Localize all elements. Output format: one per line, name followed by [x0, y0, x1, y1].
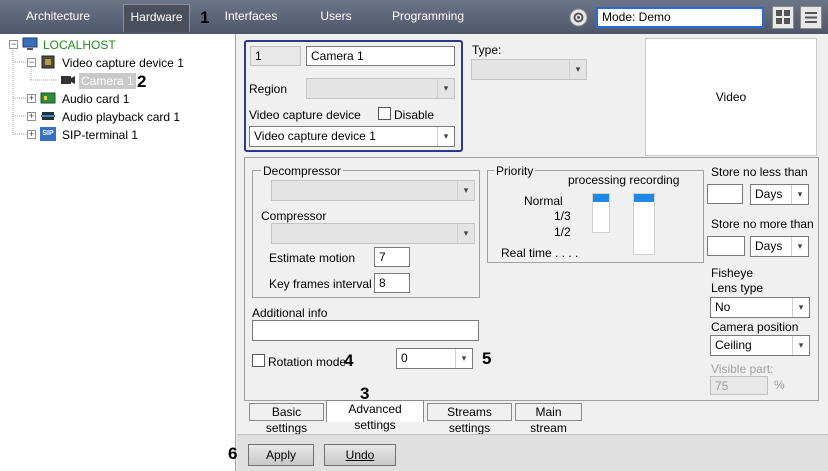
camera-icon [61, 76, 75, 84]
collapse-toggle-localhost[interactable]: − [9, 40, 18, 49]
chevron-down-icon: ▾ [455, 349, 472, 368]
priority-realtime-label: Real time . . . . [501, 246, 579, 260]
store-min-unit-select[interactable]: Days ▾ [750, 184, 809, 205]
chevron-down-icon: ▾ [457, 181, 474, 200]
video-preview: Video [645, 38, 817, 156]
tab-main-stream[interactable]: Main stream [515, 403, 582, 435]
menu-icon[interactable] [800, 6, 822, 29]
disable-checkbox[interactable] [378, 107, 391, 120]
key-frames-label: Key frames interval [269, 277, 372, 291]
processing-priority-slider[interactable] [592, 193, 610, 233]
estimate-motion-label: Estimate motion [269, 251, 356, 265]
audio-card-icon [40, 92, 56, 104]
camera-position-label: Camera position [711, 320, 799, 334]
chevron-down-icon: ▾ [569, 60, 586, 79]
tab-users[interactable]: Users [312, 4, 360, 32]
additional-info-label: Additional info [252, 306, 328, 320]
chevron-down-icon: ▾ [792, 298, 809, 317]
chevron-down-icon: ▾ [792, 336, 809, 355]
store-min-label: Store no less than [711, 165, 808, 179]
tab-basic-settings[interactable]: Basic settings [249, 403, 324, 435]
visible-part-label: Visible part: [711, 362, 774, 376]
disable-label: Disable [394, 108, 435, 122]
settings-gear-icon[interactable] [569, 8, 588, 27]
estimate-motion-field[interactable]: 7 [374, 247, 410, 267]
layout-grid-icon[interactable] [772, 6, 794, 29]
chevron-down-icon: ▾ [457, 224, 474, 243]
type-label: Type: [472, 43, 502, 57]
video-device-icon [41, 55, 55, 69]
type-select[interactable]: ▾ [471, 59, 587, 80]
collapse-toggle-device[interactable]: − [27, 58, 36, 67]
visible-part-field[interactable]: 75 [710, 376, 768, 395]
lens-type-label: Lens type [711, 281, 764, 295]
recording-priority-slider[interactable] [633, 193, 655, 255]
expand-toggle-playback[interactable]: + [27, 112, 36, 121]
annotation-5: 5 [482, 349, 492, 368]
top-menu-bar: Architecture Hardware 1 Interfaces Users… [0, 0, 828, 34]
audio-playback-icon [41, 112, 55, 120]
video-capture-device-select[interactable]: Video capture device 1 ▾ [249, 126, 455, 147]
priority-columns-label: processing recording [568, 173, 680, 187]
store-max-field[interactable] [707, 236, 745, 256]
annotation-2: 2 [137, 72, 147, 91]
expand-toggle-sip[interactable]: + [27, 130, 36, 139]
rotation-mode-label: Rotation mode [268, 355, 347, 369]
tree-item-sip-terminal[interactable]: SIP-terminal 1 [62, 127, 138, 143]
store-max-unit-select[interactable]: Days ▾ [750, 236, 809, 257]
decompressor-select[interactable]: ▾ [271, 180, 475, 201]
annotation-1: 1 [200, 8, 210, 27]
camera-id-field[interactable]: 1 [250, 46, 301, 66]
priority-third-label: 1/3 [554, 209, 571, 223]
computer-icon [22, 37, 38, 50]
tab-streams-settings[interactable]: Streams settings [427, 403, 512, 435]
hardware-tree: − LOCALHOST − Video capture device 1 Cam… [0, 34, 236, 471]
video-capture-device-label: Video capture device [249, 108, 361, 122]
tab-programming[interactable]: Programming [390, 4, 466, 32]
tree-item-audio-card[interactable]: Audio card 1 [62, 91, 129, 107]
video-label: Video [715, 90, 747, 104]
decompressor-label: Decompressor [261, 164, 344, 178]
store-max-label: Store no more than [711, 217, 814, 231]
rotation-mode-checkbox[interactable] [252, 354, 265, 367]
chevron-down-icon: ▾ [437, 79, 454, 98]
mode-field[interactable]: Mode: Demo [596, 7, 764, 28]
priority-half-label: 1/2 [554, 225, 571, 239]
compressor-select[interactable]: ▾ [271, 223, 475, 244]
tab-interfaces[interactable]: Interfaces [220, 4, 282, 32]
chevron-down-icon: ▾ [791, 237, 808, 256]
priority-label: Priority [494, 164, 536, 178]
lens-type-select[interactable]: No ▾ [710, 297, 810, 318]
compressor-label: Compressor [261, 209, 327, 223]
priority-normal-label: Normal [524, 194, 563, 208]
fisheye-label: Fisheye [711, 266, 754, 280]
tab-hardware[interactable]: Hardware [123, 4, 190, 32]
annotation-6: 6 [228, 444, 238, 463]
region-select[interactable]: ▾ [306, 78, 455, 99]
tab-advanced-settings[interactable]: Advanced settings [326, 400, 424, 432]
additional-info-field[interactable] [252, 320, 479, 341]
expand-toggle-audio[interactable]: + [27, 94, 36, 103]
tab-architecture[interactable]: Architecture [14, 4, 102, 32]
chevron-down-icon: ▾ [437, 127, 454, 146]
camera-position-select[interactable]: Ceiling ▾ [710, 335, 810, 356]
store-min-field[interactable] [707, 184, 743, 204]
tree-item-localhost[interactable]: LOCALHOST [43, 37, 116, 53]
undo-button[interactable]: Undo [324, 444, 396, 466]
chevron-down-icon: ▾ [791, 185, 808, 204]
rotation-value-select[interactable]: 0 ▾ [396, 348, 473, 369]
apply-button[interactable]: Apply [248, 444, 314, 466]
tree-item-audio-playback[interactable]: Audio playback card 1 [62, 109, 180, 125]
tree-item-video-capture-device[interactable]: Video capture device 1 [62, 55, 184, 71]
sip-terminal-icon: SIP [40, 127, 56, 141]
region-label: Region [249, 82, 288, 96]
annotation-4: 4 [344, 351, 354, 370]
visible-part-unit: % [774, 378, 785, 392]
tree-item-camera-1[interactable]: Camera 1 [79, 73, 136, 89]
key-frames-field[interactable]: 8 [374, 273, 410, 293]
camera-name-field[interactable]: Camera 1 [306, 46, 455, 66]
